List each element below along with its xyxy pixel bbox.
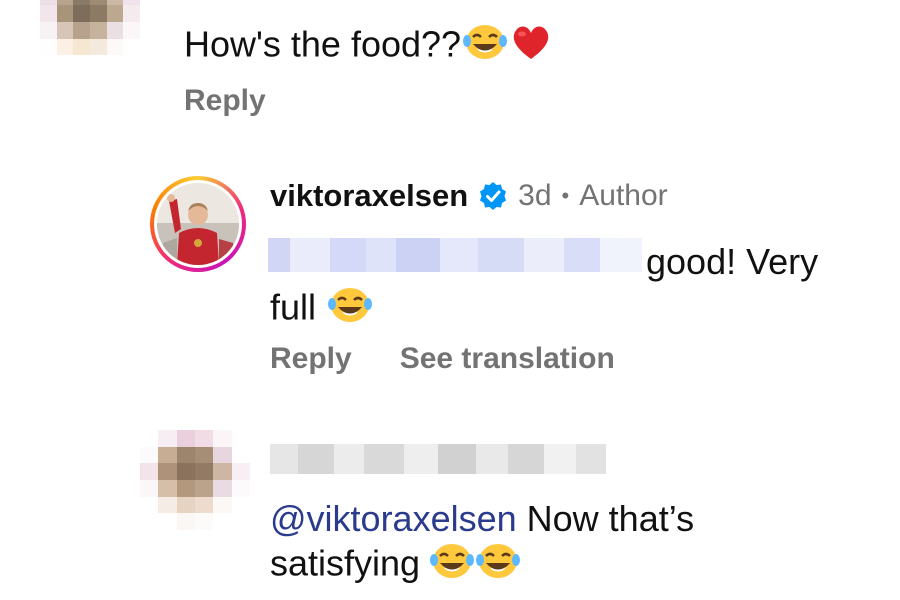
comment-text: How's the food?? (184, 22, 553, 72)
verified-badge-icon (478, 181, 508, 211)
commenter-avatar-pixelated[interactable] (140, 430, 250, 530)
reply-button[interactable]: Reply (270, 342, 352, 376)
profile-photo (157, 183, 239, 265)
comment-text-line2: satisfying (270, 541, 521, 591)
redacted-username (270, 444, 606, 474)
profile-avatar-ring[interactable] (150, 176, 246, 272)
reply-button[interactable]: Reply (184, 84, 266, 118)
comment-body-line2: satisfying (270, 542, 421, 584)
username-link[interactable]: viktoraxelsen (270, 178, 468, 214)
reply-text-line2: full (270, 285, 373, 335)
mention-link[interactable]: @viktoraxelsen (270, 498, 517, 539)
reply-text-line1: good! Very (646, 241, 819, 282)
laughing-crying-emoji (476, 541, 521, 591)
reply-actions: Reply See translation (270, 342, 615, 376)
timestamp[interactable]: 3d (518, 179, 551, 213)
red-heart-emoji (509, 22, 553, 72)
reply-header: viktoraxelsen 3d • Author (270, 178, 668, 214)
laughing-crying-emoji (463, 22, 508, 72)
see-translation-button[interactable]: See translation (400, 342, 615, 376)
reply-text-full: full (270, 286, 317, 328)
author-badge: Author (579, 179, 668, 212)
redacted-text (268, 238, 642, 272)
separator-dot: • (561, 183, 570, 208)
laughing-crying-emoji (430, 541, 475, 591)
comment-body: How's the food?? (184, 23, 462, 65)
comment-body-line1: Now that’s (526, 498, 695, 539)
commenter-avatar-pixelated[interactable] (40, 0, 140, 72)
laughing-crying-emoji (328, 285, 373, 335)
comment-text: @viktoraxelsen Now that’s (270, 497, 694, 541)
